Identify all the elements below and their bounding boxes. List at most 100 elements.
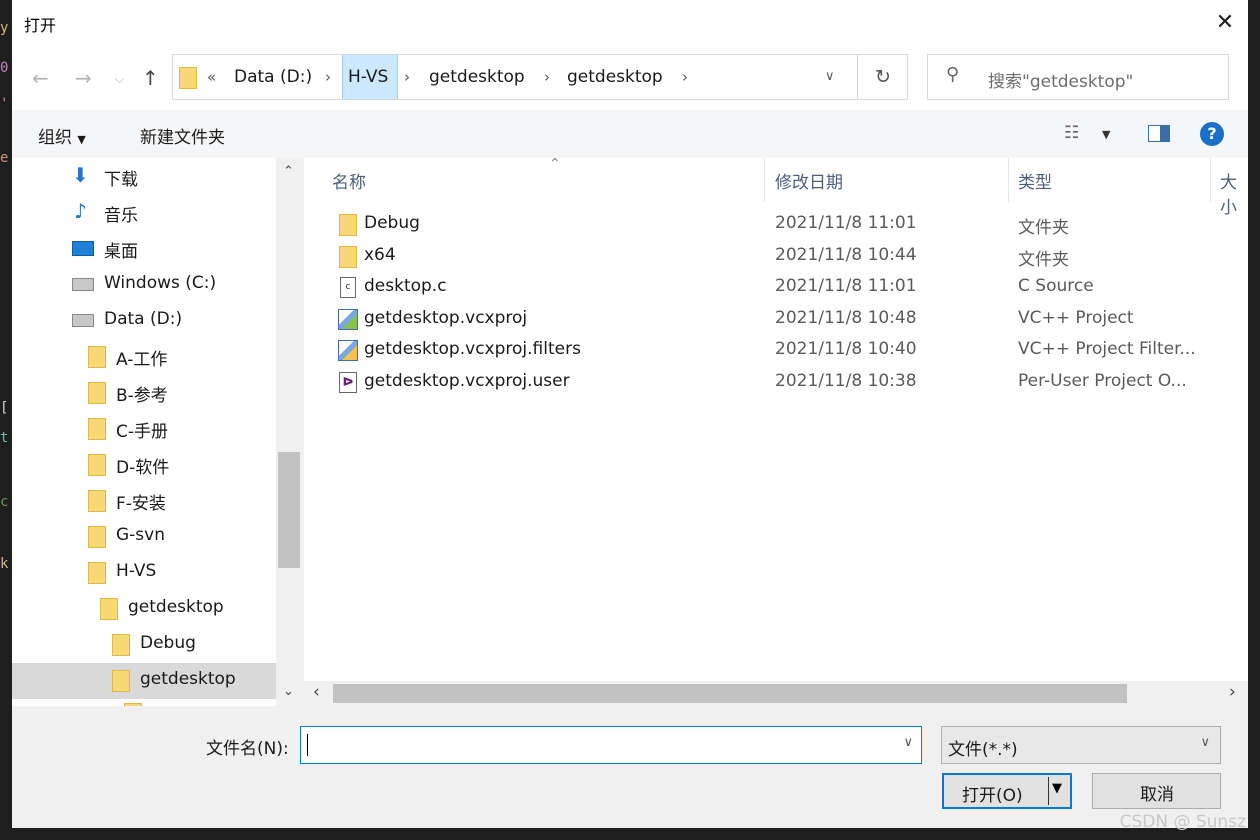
scrollbar-thumb[interactable] xyxy=(333,684,1127,703)
scroll-up-icon[interactable]: ⌃ xyxy=(283,164,294,179)
sidebar-item-h-vs[interactable]: H-VS xyxy=(12,555,276,591)
file-name: getdesktop.vcxproj.user xyxy=(364,371,570,391)
scroll-down-icon[interactable]: ⌄ xyxy=(283,684,294,699)
chevron-right-icon[interactable]: › xyxy=(404,55,410,99)
file-row-debug[interactable]: Debug 2021/11/8 11:01 文件夹 xyxy=(304,209,1248,241)
dialog-footer: 文件名(N): ∨ 文件(*.*) ∨ 打开(O) ▼ 取消 xyxy=(12,706,1248,828)
column-divider[interactable] xyxy=(764,158,765,202)
file-row-vcxproj-user[interactable]: ᐅ getdesktop.vcxproj.user 2021/11/8 10:3… xyxy=(304,367,1248,399)
folder-icon xyxy=(88,526,106,548)
sidebar-item-f-install[interactable]: F-安装 xyxy=(12,483,276,519)
chevron-right-icon[interactable]: › xyxy=(325,55,331,99)
sidebar-item-label: getdesktop xyxy=(140,669,236,689)
scrollbar-thumb[interactable] xyxy=(278,452,300,568)
sidebar-item-label: 下载 xyxy=(104,170,138,190)
dialog-title: 打开 xyxy=(24,16,57,35)
chevron-right-icon[interactable]: › xyxy=(682,55,688,99)
cancel-button[interactable]: 取消 xyxy=(1092,773,1221,809)
open-options-arrow-icon[interactable]: ▼ xyxy=(1052,781,1062,796)
c-source-file-icon: c xyxy=(340,277,356,298)
file-row-desktop-c[interactable]: c desktop.c 2021/11/8 11:01 C Source xyxy=(304,272,1248,304)
sidebar-item-d-software[interactable]: D-软件 xyxy=(12,447,276,483)
file-date: 2021/11/8 10:40 xyxy=(775,339,917,359)
back-arrow-icon[interactable]: ← xyxy=(32,66,49,90)
breadcrumb-h-vs[interactable]: H-VS xyxy=(348,55,388,99)
view-options-icon[interactable]: ☷ xyxy=(1064,123,1079,143)
sidebar-item-music[interactable]: ♪ 音乐 xyxy=(12,195,276,231)
title-bar: 打开 ✕ xyxy=(12,0,1248,44)
split-divider xyxy=(1048,777,1049,805)
breadcrumb-data-d[interactable]: Data (D:) xyxy=(234,55,312,99)
preview-pane-icon[interactable] xyxy=(1148,125,1170,142)
folder-icon xyxy=(112,670,130,692)
column-header-date[interactable]: 修改日期 xyxy=(775,168,843,193)
windows-drive-icon xyxy=(72,278,94,291)
sidebar-item-desktop[interactable]: 桌面 xyxy=(12,231,276,267)
file-row-x64[interactable]: x64 2021/11/8 10:44 文件夹 xyxy=(304,241,1248,273)
view-dropdown-arrow-icon[interactable]: ▼ xyxy=(1102,128,1110,141)
chevron-right-icon[interactable]: › xyxy=(544,55,550,99)
new-folder-button[interactable]: 新建文件夹 xyxy=(140,123,225,148)
up-arrow-icon[interactable]: ↑ xyxy=(142,66,159,90)
folder-icon xyxy=(339,214,357,236)
file-name: getdesktop.vcxproj.filters xyxy=(364,339,581,359)
file-type: C Source xyxy=(1018,276,1094,296)
open-button-label[interactable]: 打开(O) xyxy=(962,781,1023,806)
sidebar-item-getdesktop-selected[interactable]: getdesktop xyxy=(12,663,276,699)
folder-icon xyxy=(88,562,106,584)
sidebar-item-label: getdesktop xyxy=(128,597,224,617)
column-header-type[interactable]: 类型 xyxy=(1018,168,1052,193)
navigation-scrollbar[interactable]: ⌃ ⌄ xyxy=(276,158,302,706)
sidebar-item-getdesktop-parent[interactable]: getdesktop xyxy=(12,591,276,627)
file-row-vcxproj-filters[interactable]: getdesktop.vcxproj.filters 2021/11/8 10:… xyxy=(304,335,1248,367)
open-file-dialog: 打开 ✕ ← → ⌵ ↑ « Data (D:) › H-VS › getdes… xyxy=(12,0,1248,828)
forward-arrow-icon[interactable]: → xyxy=(75,66,92,90)
file-type: VC++ Project Filter... xyxy=(1018,339,1196,359)
sidebar-item-windows-c[interactable]: Windows (C:) xyxy=(12,267,276,303)
file-type-filter[interactable]: 文件(*.*) ∨ xyxy=(941,726,1221,764)
sidebar-item-b-reference[interactable]: B-参考 xyxy=(12,375,276,411)
address-bar[interactable]: « Data (D:) › H-VS › getdesktop › getdes… xyxy=(172,54,908,100)
folder-icon xyxy=(179,67,197,89)
file-row-vcxproj[interactable]: getdesktop.vcxproj 2021/11/8 10:48 VC++ … xyxy=(304,304,1248,336)
navigation-row: ← → ⌵ ↑ « Data (D:) › H-VS › getdesktop … xyxy=(12,44,1248,110)
background-code-editor: y 0 ' e [ t c k xyxy=(0,0,12,840)
file-type: VC++ Project xyxy=(1018,308,1134,328)
filename-input[interactable]: ∨ xyxy=(300,726,922,764)
recent-locations-chevron-icon[interactable]: ⌵ xyxy=(115,72,124,87)
organize-button[interactable]: 组织 ▼ xyxy=(38,123,86,148)
sidebar-item-downloads[interactable]: ⬇ 下载 xyxy=(12,159,276,195)
column-divider[interactable] xyxy=(1008,158,1009,202)
close-button[interactable]: ✕ xyxy=(1202,0,1248,44)
sidebar-item-c-manual[interactable]: C-手册 xyxy=(12,411,276,447)
breadcrumb-getdesktop-parent[interactable]: getdesktop xyxy=(429,55,525,99)
search-box[interactable]: ⚲ 搜索"getdesktop" xyxy=(927,54,1229,100)
filename-label: 文件名(N): xyxy=(206,739,289,759)
scroll-right-icon[interactable]: › xyxy=(1229,682,1236,702)
filter-dropdown-chevron-icon: ∨ xyxy=(1200,735,1210,750)
filename-dropdown-chevron-icon[interactable]: ∨ xyxy=(903,735,913,750)
sidebar-item-label: 桌面 xyxy=(104,242,138,262)
refresh-icon[interactable]: ↻ xyxy=(875,55,891,99)
search-placeholder[interactable]: 搜索"getdesktop" xyxy=(988,67,1133,92)
file-name: desktop.c xyxy=(364,276,447,296)
overflow-chevron-icon[interactable]: « xyxy=(207,55,216,99)
sidebar-item-data-d[interactable]: Data (D:) xyxy=(12,303,276,339)
open-split-button[interactable]: 打开(O) ▼ xyxy=(942,773,1072,809)
sidebar-item-g-svn[interactable]: G-svn xyxy=(12,519,276,555)
file-list: ⌃ 名称 修改日期 类型 大小 Debug 2021/11/8 11:01 文件… xyxy=(304,158,1248,706)
watermark: CSDN @ Sunsz xyxy=(1119,812,1246,832)
address-dropdown-chevron-icon[interactable]: ∨ xyxy=(825,55,835,99)
sidebar-item-a-work[interactable]: A-工作 xyxy=(12,339,276,375)
filter-value: 文件(*.*) xyxy=(948,740,1018,760)
text-cursor xyxy=(307,734,308,756)
filters-file-icon xyxy=(338,340,358,361)
column-divider[interactable] xyxy=(1210,158,1211,202)
folder-icon xyxy=(100,598,118,620)
scroll-left-icon[interactable]: ‹ xyxy=(313,682,320,702)
help-icon[interactable]: ? xyxy=(1200,122,1224,146)
column-header-name[interactable]: 名称 xyxy=(332,168,366,193)
horizontal-scrollbar[interactable]: ‹ › xyxy=(304,681,1248,706)
breadcrumb-getdesktop[interactable]: getdesktop xyxy=(567,55,663,99)
sidebar-item-debug[interactable]: Debug xyxy=(12,627,276,663)
